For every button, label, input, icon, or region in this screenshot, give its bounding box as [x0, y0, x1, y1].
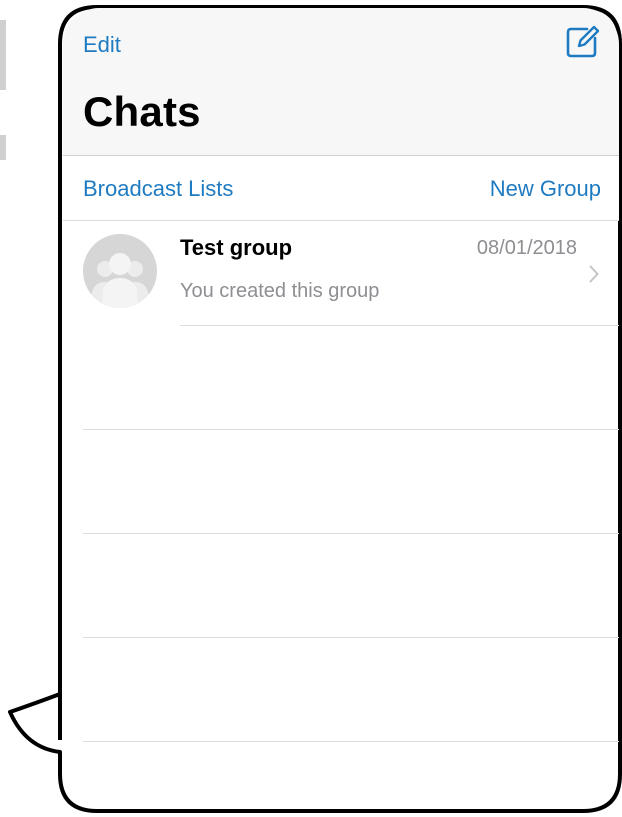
- chat-list-item[interactable]: Test group 08/01/2018 You created this g…: [63, 221, 619, 325]
- list-actions-bar: Broadcast Lists New Group: [63, 156, 619, 221]
- group-avatar-icon: [83, 234, 157, 308]
- row-divider: [83, 533, 619, 534]
- row-divider: [83, 637, 619, 638]
- chat-list-screen: Edit Chats Broadcast Lists New Group Tes…: [63, 8, 619, 810]
- chat-timestamp: 08/01/2018: [476, 237, 577, 259]
- compose-icon[interactable]: [565, 25, 601, 59]
- new-group-link[interactable]: New Group: [490, 176, 601, 202]
- edit-button[interactable]: Edit: [83, 32, 121, 58]
- row-divider: [83, 429, 619, 430]
- chat-name: Test group: [180, 235, 293, 260]
- screen: Edit Chats Broadcast Lists New Group Tes…: [0, 0, 622, 817]
- page-title: Chats: [83, 88, 201, 135]
- navigation-header: Edit Chats: [63, 8, 619, 156]
- chevron-right-icon: [589, 265, 599, 283]
- row-divider: [83, 741, 619, 742]
- chat-preview-text: You created this group: [180, 280, 380, 302]
- broadcast-lists-link[interactable]: Broadcast Lists: [83, 176, 233, 202]
- row-divider: [180, 325, 619, 326]
